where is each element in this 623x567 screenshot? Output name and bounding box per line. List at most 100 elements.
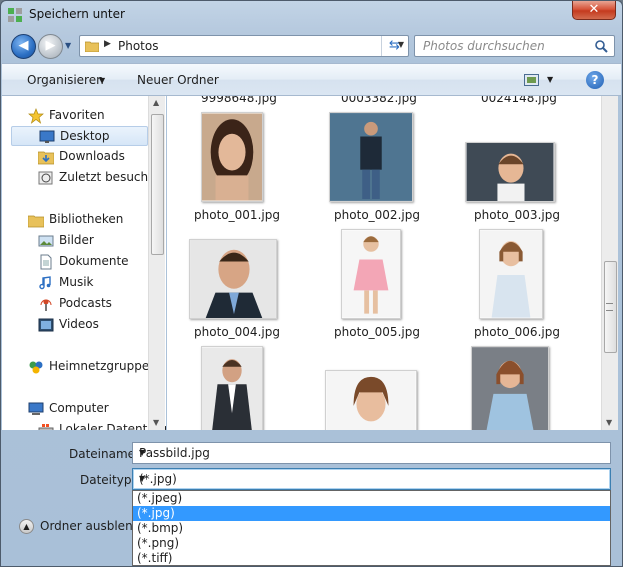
file-name-partial[interactable]: 0003382.jpg (341, 96, 417, 105)
sidebar-item-documents[interactable]: Dokumente (38, 252, 146, 272)
help-icon[interactable]: ? (586, 71, 604, 89)
file-tile[interactable]: photo_002.jpg (307, 110, 427, 230)
command-bar: Organisieren ▼ Neuer Ordner ▼ ? (2, 63, 621, 96)
sidebar-item-computer[interactable]: Computer (28, 399, 146, 419)
sidebar-item-label: Desktop (60, 129, 110, 143)
sidebar-item-local-disk[interactable]: Lokaler Datenträger (38, 420, 166, 430)
file-tile[interactable]: photo_001.jpg (167, 110, 287, 230)
photo-thumbnail (329, 112, 413, 202)
file-list-view: 9998648.jpg 0003382.jpg 0024148.jpg phot… (167, 96, 601, 430)
sidebar-item-label: Computer (49, 401, 109, 415)
scrollbar-grip-icon (606, 303, 613, 311)
photo-thumbnail (465, 142, 555, 202)
forward-button[interactable]: ▶ (38, 34, 63, 59)
file-tile[interactable]: photo_006.jpg (447, 227, 567, 347)
filetype-option[interactable]: (*.bmp) (133, 521, 610, 536)
sidebar-item-downloads[interactable]: Downloads (38, 147, 146, 167)
homegroup-icon (29, 361, 43, 374)
documents-icon (40, 254, 52, 270)
sidebar-item-label: Downloads (59, 149, 125, 163)
filetype-option[interactable]: (*.jpeg) (133, 491, 610, 506)
file-name: photo_004.jpg (194, 325, 280, 339)
arrow-left-icon: ◀ (18, 38, 29, 53)
computer-icon (28, 402, 44, 415)
sidebar-item-videos[interactable]: Videos (38, 315, 146, 335)
scrollbar-thumb[interactable] (151, 114, 164, 255)
sidebar-item-label: Podcasts (59, 296, 112, 310)
sidebar-item-favorites[interactable]: Favoriten (28, 106, 146, 126)
history-dropdown-button[interactable]: ▼ (65, 41, 77, 53)
filetype-option[interactable]: (*.png) (133, 536, 610, 551)
chevron-up-icon: ▲ (19, 519, 34, 534)
sidebar-item-label: Heimnetzgruppe (49, 359, 150, 373)
search-icon[interactable] (594, 39, 608, 53)
refresh-button[interactable]: ⇆ (381, 36, 407, 56)
file-tile[interactable] (447, 344, 567, 430)
photo-thumbnail (201, 346, 263, 430)
breadcrumb-separator-icon[interactable]: ▶ (104, 39, 111, 49)
sidebar-item-label: Musik (59, 275, 94, 289)
sidebar-item-label: Bibliotheken (49, 212, 124, 226)
folder-icon (85, 41, 99, 52)
filetype-option[interactable]: (*.tiff) (133, 551, 610, 566)
file-name-partial[interactable]: 0024148.jpg (481, 96, 557, 105)
sidebar-item-podcasts[interactable]: Podcasts (38, 294, 146, 314)
file-name: photo_006.jpg (474, 325, 560, 339)
back-button[interactable]: ◀ (11, 34, 36, 59)
search-placeholder: Photos durchsuchen (423, 39, 545, 53)
photo-thumbnail (479, 229, 543, 319)
file-name: photo_005.jpg (334, 325, 420, 339)
address-bar[interactable]: ▶ Photos ▼ (79, 35, 409, 57)
filetype-label: Dateityp: (80, 473, 136, 487)
close-button[interactable]: ✕ (572, 1, 616, 20)
sidebar-item-label: Bilder (59, 233, 94, 247)
photo-thumbnail (325, 370, 417, 430)
save-as-dialog: Speichern unter ✕ ◀ ▶ ▼ ▶ Photos ▼ ⇆ Pho… (0, 0, 623, 567)
scroll-down-icon[interactable]: ▼ (606, 418, 612, 427)
chevron-down-icon: ▼ (99, 76, 106, 85)
sidebar-item-label: Zuletzt besucht (59, 170, 153, 184)
sidebar-item-label: Favoriten (49, 108, 105, 122)
recent-places-icon (38, 171, 53, 185)
chevron-down-icon[interactable]: ▼ (139, 448, 606, 457)
file-tile[interactable] (307, 344, 427, 430)
sidebar-item-desktop[interactable]: Desktop (11, 126, 148, 146)
local-disk-icon (38, 424, 54, 430)
new-folder-button[interactable]: Neuer Ordner (137, 73, 219, 87)
filetype-option-selected[interactable]: (*.jpg) (133, 506, 610, 521)
sidebar-item-pictures[interactable]: Bilder (38, 231, 146, 251)
scroll-up-icon[interactable]: ▲ (153, 98, 159, 107)
videos-icon (38, 318, 54, 332)
navigation-pane: Favoriten Desktop Downloads Zuletzt besu… (2, 96, 166, 430)
file-tile[interactable]: photo_004.jpg (167, 227, 287, 347)
file-list-scrollbar[interactable]: ▼ (601, 96, 618, 430)
arrow-right-icon: ▶ (45, 38, 56, 53)
change-view-icon[interactable] (524, 74, 539, 86)
file-tile[interactable]: photo_003.jpg (447, 110, 567, 230)
navigation-pane-scrollbar[interactable]: ▲ ▼ (148, 96, 165, 430)
sidebar-item-music[interactable]: Musik (38, 273, 146, 293)
sidebar-item-recent[interactable]: Zuletzt besucht (38, 168, 153, 188)
organize-button[interactable]: Organisieren (27, 73, 104, 87)
view-options-dropdown-icon[interactable]: ▼ (547, 75, 553, 84)
photo-thumbnail (189, 239, 277, 319)
file-tile[interactable] (167, 344, 287, 430)
file-tile[interactable]: photo_005.jpg (307, 227, 427, 347)
photo-thumbnail (201, 112, 263, 202)
downloads-icon (38, 151, 54, 165)
search-input[interactable]: Photos durchsuchen (414, 35, 615, 57)
photo-thumbnail (471, 346, 549, 430)
desktop-icon (39, 130, 55, 143)
chevron-down-icon[interactable]: ▼ (139, 474, 606, 483)
file-name-partial[interactable]: 9998648.jpg (201, 96, 277, 105)
music-icon (39, 276, 51, 290)
sidebar-item-libraries[interactable]: Bibliotheken (28, 210, 146, 230)
podcasts-icon (40, 299, 52, 311)
filetype-select[interactable]: (*.jpg) ▼ (132, 468, 611, 490)
scroll-down-icon[interactable]: ▼ (153, 418, 159, 427)
sidebar-item-homegroup[interactable]: Heimnetzgruppe (28, 357, 150, 377)
file-name: photo_003.jpg (474, 208, 560, 222)
filename-field[interactable]: Passbild.jpg ▼ (132, 442, 611, 464)
breadcrumb-photos[interactable]: Photos (118, 39, 158, 53)
star-icon (28, 108, 44, 124)
